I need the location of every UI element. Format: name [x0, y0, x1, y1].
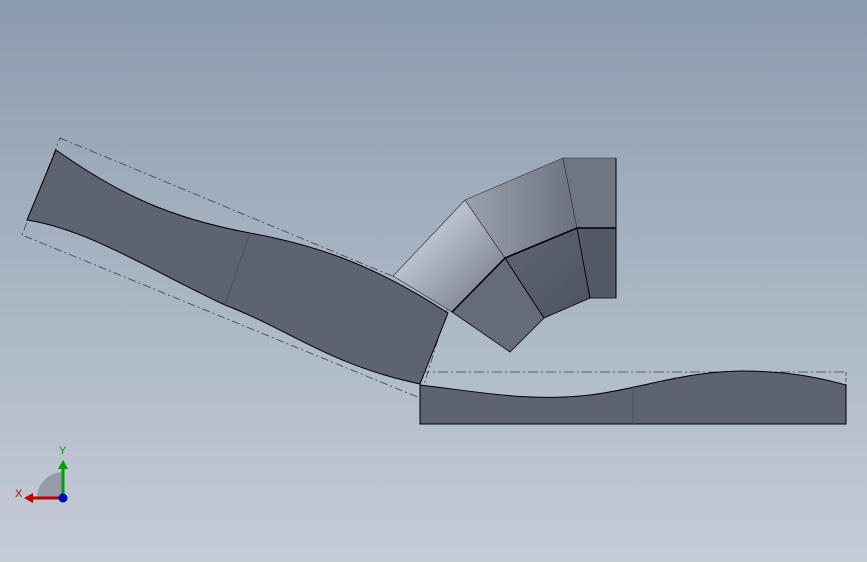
x-axis-label: X [15, 488, 23, 500]
z-axis-dot-icon [58, 493, 68, 503]
reference-triad[interactable]: Y X [10, 440, 80, 510]
flat-plate-right[interactable] [419, 370, 847, 425]
graphics-viewport[interactable] [0, 0, 867, 562]
x-axis-arrow-icon [24, 493, 33, 503]
y-axis-arrow-icon [58, 460, 68, 469]
curved-plate-face[interactable] [26, 149, 449, 385]
curved-plate-left[interactable] [21, 137, 451, 399]
triad-quadrant-shape [37, 472, 63, 498]
y-axis-label: Y [59, 445, 67, 457]
